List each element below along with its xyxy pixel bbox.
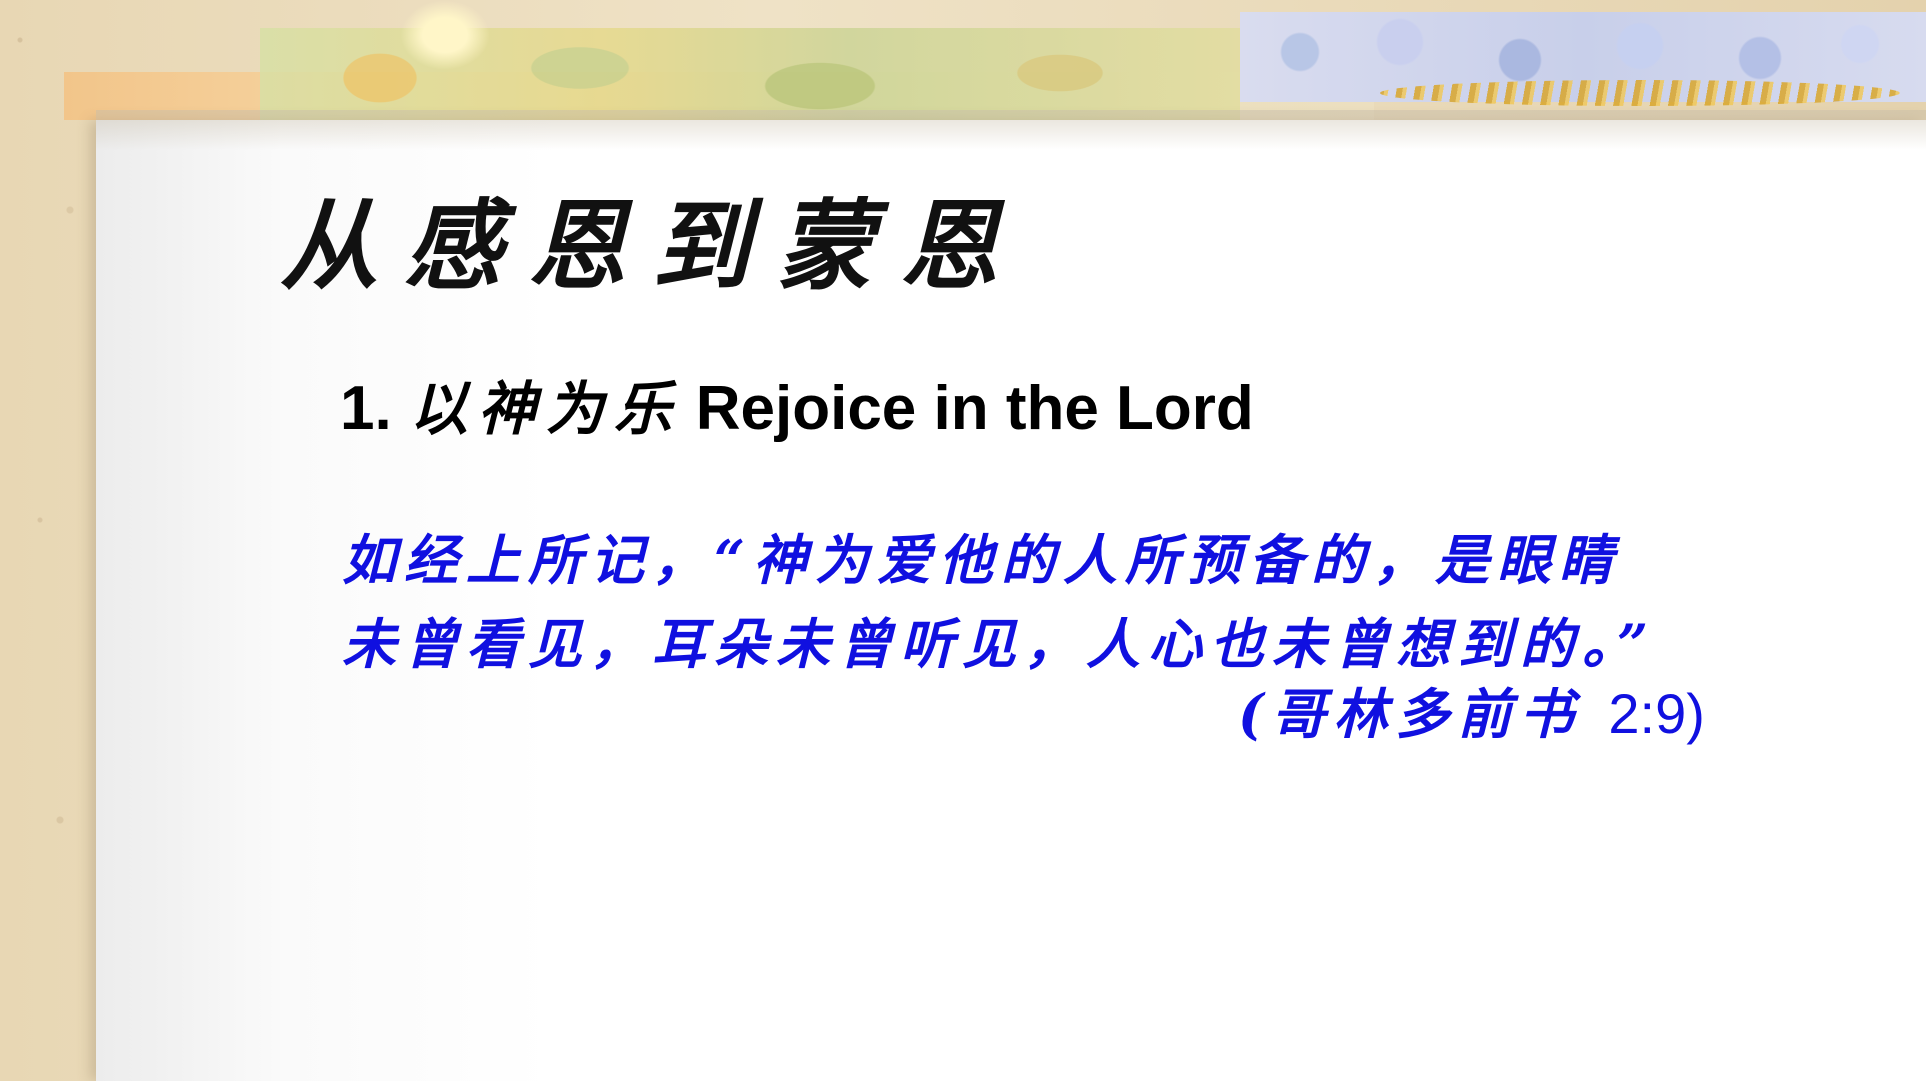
- slide-title: 从感恩到蒙恩: [280, 189, 1025, 304]
- subtitle-number: 1.: [340, 374, 392, 443]
- verse-line-2: 未曾看见，耳朵未曾听见，人心也未曾想到的。”: [342, 612, 1657, 676]
- banner-wheat-image: [1380, 80, 1900, 106]
- reference-chapter-verse: 2:9): [1608, 682, 1705, 745]
- slide-top-shadow: [96, 110, 1926, 150]
- reference-book: (哥林多前书: [1238, 682, 1582, 746]
- scripture-verse: 如经上所记，“神为爱他的人所预备的，是眼睛 未曾看见，耳朵未曾听见，人心也未曾想…: [342, 518, 1742, 686]
- scripture-reference: (哥林多前书 2:9): [1238, 686, 1705, 742]
- decorative-banner: [0, 0, 1926, 120]
- verse-line-1: 如经上所记，“神为爱他的人所预备的，是眼睛: [342, 528, 1622, 592]
- slide-subtitle: 1. 以神为乐 Rejoice in the Lord: [340, 378, 1254, 440]
- banner-light-glow: [400, 0, 490, 70]
- subtitle-english: Rejoice in the Lord: [695, 374, 1254, 443]
- subtitle-chinese: 以神为乐: [409, 375, 682, 443]
